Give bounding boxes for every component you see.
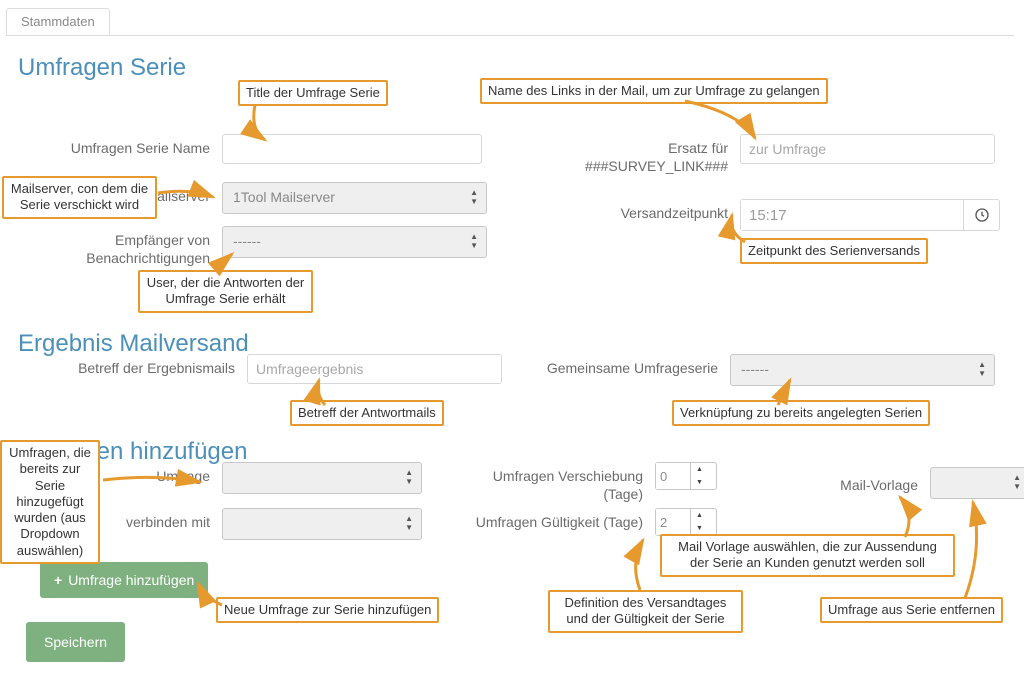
label-serie-name: Umfragen Serie Name [12,134,222,158]
verschiebung-spin[interactable]: ▲▼ [655,462,717,490]
callout-title: Title der Umfrage Serie [238,80,388,106]
select-caret-icon: ▲▼ [470,188,478,206]
add-umfrage-button[interactable]: + Umfrage hinzufügen [40,562,208,598]
callout-mailvorlage: Mail Vorlage auswählen, die zur Aussendu… [660,534,955,577]
empfaenger-value: ------ [233,233,261,249]
callout-add: Neue Umfrage zur Serie hinzufügen [216,597,439,623]
label-empfaenger: Empfänger von Benachrichtigungen [12,226,222,267]
spin-up-icon[interactable]: ▲ [691,509,708,522]
clock-icon[interactable] [963,200,999,230]
select-caret-icon: ▲▼ [405,514,413,532]
gemeinsame-value: ------ [741,361,769,377]
verbinden-select[interactable]: ▲▼ [222,508,422,540]
versandzeitpunkt-input[interactable] [741,200,963,230]
save-label: Speichern [44,634,107,650]
verschiebung-input[interactable] [656,463,690,489]
label-betreff: Betreff der Ergebnismails [12,354,247,378]
callout-zeitpunkt: Zeitpunkt des Serienversands [740,238,928,264]
select-caret-icon: ▲▼ [978,360,986,378]
serie-name-input[interactable] [222,134,482,164]
mailserver-value: 1Tool Mailserver [233,189,335,205]
ersatz-input[interactable] [740,134,995,164]
gueltigkeit-spin[interactable]: ▲▼ [655,508,717,536]
add-umfrage-label: Umfrage hinzufügen [68,572,194,588]
betreff-input[interactable] [247,354,502,384]
callout-mailserver: Mailserver, con dem die Serie verschickt… [2,176,157,219]
callout-gemeinsame: Verknüpfung zu bereits angelegten Serien [672,400,930,426]
label-versandzeitpunkt: Versandzeitpunkt [550,199,740,231]
label-mailvorlage: Mail-Vorlage [740,471,930,495]
versandzeitpunkt-field[interactable] [740,199,1000,231]
spin-up-icon[interactable]: ▲ [691,463,708,476]
mailvorlage-select[interactable]: ▲▼ [930,467,1024,499]
empfaenger-select[interactable]: ------ ▲▼ [222,226,487,258]
spin-down-icon[interactable]: ▼ [691,476,708,489]
callout-user: User, der die Antworten der Umfrage Seri… [138,270,313,313]
label-gueltigkeit: Umfragen Gültigkeit (Tage) [450,508,655,536]
tab-stammdaten[interactable]: Stammdaten [6,8,110,35]
callout-umfrage-dropdown: Umfragen, die bereits zur Serie hinzugef… [0,440,100,564]
label-ersatz: Ersatz für ###SURVEY_LINK### [550,134,740,175]
label-verschiebung: Umfragen Verschiebung (Tage) [450,462,655,503]
gemeinsame-select[interactable]: ------ ▲▼ [730,354,995,386]
callout-delete: Umfrage aus Serie entfernen [820,597,1003,623]
callout-linkname: Name des Links in der Mail, um zur Umfra… [480,78,828,104]
mailserver-select[interactable]: 1Tool Mailserver ▲▼ [222,182,487,214]
callout-betreff: Betreff der Antwortmails [290,400,444,426]
plus-icon: + [54,572,62,588]
umfrage-select[interactable]: ▲▼ [222,462,422,494]
select-caret-icon: ▲▼ [1013,473,1021,491]
select-caret-icon: ▲▼ [470,232,478,250]
callout-versandtag: Definition des Versandtages und der Gült… [548,590,743,633]
tab-bar: Stammdaten [6,8,1014,36]
save-button[interactable]: Speichern [26,622,125,662]
gueltigkeit-input[interactable] [656,509,690,535]
label-gemeinsame: Gemeinsame Umfrageserie [530,354,730,386]
select-caret-icon: ▲▼ [405,468,413,486]
